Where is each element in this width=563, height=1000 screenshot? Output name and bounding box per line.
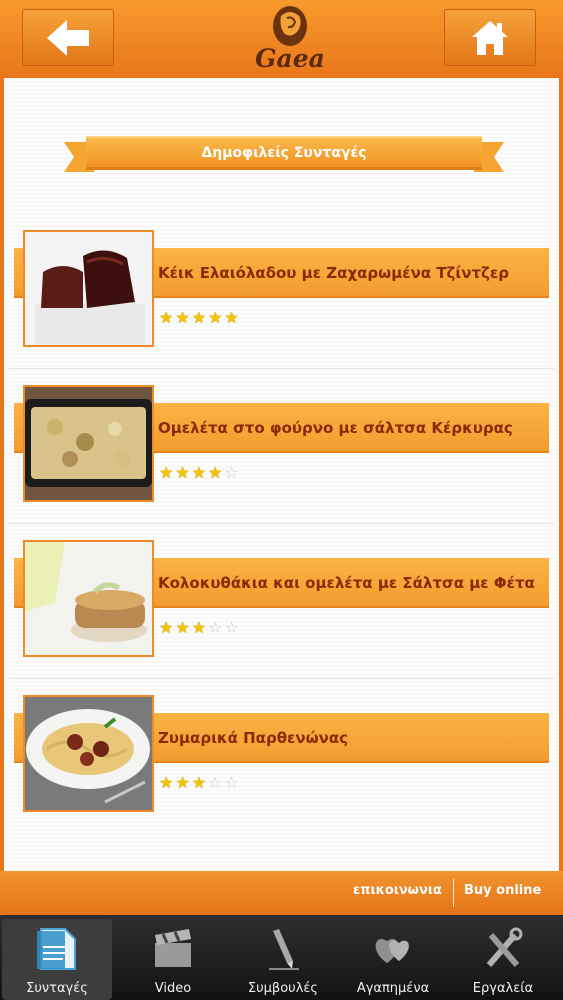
section-banner: Δημοφιλείς Συνταγές [64, 134, 504, 178]
star-empty-icon: ☆ [208, 773, 223, 792]
contact-link[interactable]: επικοινωνια [353, 883, 442, 898]
clapperboard-icon [155, 929, 191, 967]
tools-icon [486, 927, 523, 967]
star-empty-icon: ☆ [208, 618, 223, 637]
tab-favorites[interactable]: Αγαπημένα [338, 919, 448, 1000]
star-rating: ★ ★ ★ ☆ ☆ [159, 620, 239, 636]
star-filled-icon: ★ [159, 308, 174, 327]
gaea-logo: Gaea [245, 2, 335, 74]
logo-text: Gaea [255, 44, 325, 73]
recipe-item[interactable]: Κολοκυθάκια και ομελέτα με Σάλτσα με Φέτ… [4, 540, 559, 695]
star-filled-icon: ★ [208, 308, 223, 327]
footer-bar: επικοινωνια Buy online [0, 871, 563, 915]
tab-video[interactable]: Video [118, 919, 228, 1000]
star-filled-icon: ★ [191, 773, 207, 792]
tab-label: Video [154, 981, 192, 996]
divider [9, 523, 554, 524]
star-filled-icon: ★ [191, 308, 207, 327]
recipe-title: Κέικ Ελαιόλαδου με Ζαχαρωμένα Τζίντζερ [158, 264, 510, 282]
star-rating: ★ ★ ★ ★ ★ [159, 310, 239, 326]
home-button[interactable] [444, 9, 536, 66]
recipe-thumbnail-chocolate-cake [23, 230, 154, 347]
tab-label: Εργαλεία [472, 981, 534, 996]
star-filled-icon: ★ [175, 618, 190, 637]
recipe-thumbnail-baked-omelette [23, 385, 154, 502]
star-filled-icon: ★ [159, 773, 174, 792]
top-bar: Gaea [0, 0, 563, 78]
back-button[interactable] [22, 9, 114, 66]
star-empty-icon: ☆ [224, 773, 239, 792]
star-filled-icon: ★ [208, 463, 223, 482]
tab-recipes[interactable]: Συνταγές [2, 919, 112, 1000]
recipe-thumbnail-spaghetti-meatballs [23, 695, 154, 812]
recipe-title: Ομελέτα στο φούρνο με σάλτσα Κέρκυρας [158, 419, 513, 437]
star-empty-icon: ☆ [224, 618, 239, 637]
recipe-item[interactable]: Κέικ Ελαιόλαδου με Ζαχαρωμένα Τζίντζερ ★… [4, 230, 559, 385]
star-empty-icon: ☆ [224, 463, 239, 482]
divider [9, 678, 554, 679]
star-filled-icon: ★ [224, 308, 239, 327]
tab-tools[interactable]: Εργαλεία [448, 919, 558, 1000]
home-icon [472, 20, 508, 55]
recipe-item[interactable]: Ομελέτα στο φούρνο με σάλτσα Κέρκυρας ★ … [4, 385, 559, 540]
recipe-title: Κολοκυθάκια και ομελέτα με Σάλτσα με Φέτ… [158, 574, 535, 592]
content-panel: Δημοφιλείς Συνταγές Κέικ Ελαιόλαδου με Ζ… [4, 78, 559, 871]
star-filled-icon: ★ [191, 463, 207, 482]
section-title: Δημοφιλείς Συνταγές [201, 145, 367, 161]
buy-online-link[interactable]: Buy online [464, 883, 541, 898]
recipe-title: Ζυμαρικά Παρθενώνας [158, 729, 349, 747]
tab-label: Συμβουλές [247, 981, 319, 996]
footer-separator [453, 879, 454, 907]
star-filled-icon: ★ [159, 618, 174, 637]
star-rating: ★ ★ ★ ★ ☆ [159, 465, 239, 481]
bottom-tab-bar: Συνταγές Video Συμβουλές Αγαπημένα Εργαλ… [0, 915, 563, 1000]
recipe-thumbnail-zucchini-omelette [23, 540, 154, 657]
tab-label: Αγαπημένα [356, 981, 430, 996]
recipe-item[interactable]: Ζυμαρικά Παρθενώνας ★ ★ ★ ☆ ☆ [4, 695, 559, 850]
star-rating: ★ ★ ★ ☆ ☆ [159, 775, 239, 791]
star-filled-icon: ★ [175, 463, 190, 482]
star-filled-icon: ★ [175, 308, 190, 327]
star-filled-icon: ★ [191, 618, 207, 637]
tab-tips[interactable]: Συμβουλές [228, 919, 338, 1000]
star-filled-icon: ★ [159, 463, 174, 482]
document-icon [37, 928, 76, 970]
tab-label: Συνταγές [26, 981, 88, 996]
pencil-icon [269, 929, 299, 970]
arrow-left-icon [47, 19, 89, 56]
hearts-icon [375, 939, 409, 963]
star-filled-icon: ★ [175, 773, 190, 792]
divider [9, 368, 554, 369]
